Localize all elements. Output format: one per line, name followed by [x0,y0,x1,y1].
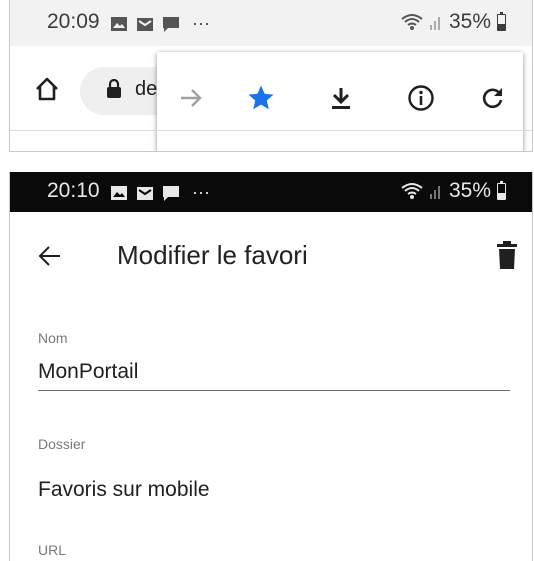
status-bar-dark: 20:10 ··· 35% [10,172,532,212]
more-notifications: ··· [192,182,210,202]
signal-icon [429,17,440,30]
battery-percent: 35% [448,179,491,202]
notification-icons: ··· [110,182,210,203]
battery-percent: 35% [448,10,491,33]
page-info-button[interactable] [401,78,441,118]
name-label: Nom [38,330,68,346]
battery-icon [497,11,506,31]
download-icon [332,88,350,109]
delete-trash-icon[interactable] [496,240,518,270]
message-icon [163,185,179,201]
forward-icon [181,89,202,107]
home-icon[interactable] [34,76,60,102]
status-bar: 20:09 ··· 35% [10,0,532,46]
star-icon [248,85,274,110]
forward-button[interactable] [171,78,211,118]
folder-selector[interactable]: Favoris sur mobile [38,478,210,502]
bookmark-star-button[interactable] [241,78,281,118]
back-arrow-icon[interactable] [38,245,62,267]
browser-menu-screenshot: 20:09 ··· 35% de [9,0,533,152]
folder-label: Dossier [38,436,86,452]
url-text[interactable]: de [135,78,157,101]
gallery-icon [111,16,127,31]
wifi-icon [401,183,423,199]
browser-menu-popup [157,52,523,151]
status-time: 20:09 [47,10,100,33]
mail-icon [137,17,153,31]
mail-icon [137,186,153,200]
app-bar: Modifier le favori [10,212,532,302]
download-button[interactable] [321,78,361,118]
more-notifications: ··· [192,13,210,33]
page-title: Modifier le favori [117,240,308,270]
refresh-icon [482,88,503,109]
browser-toolbar: de [10,46,532,151]
status-right: 35% [401,179,506,203]
reload-button[interactable] [473,78,513,118]
status-time: 20:10 [47,179,100,202]
wifi-icon [401,14,423,30]
url-label: URL [38,542,67,558]
status-right: 35% [401,10,506,34]
battery-icon [497,180,506,200]
notification-icons: ··· [110,13,210,34]
lock-icon [107,79,121,98]
message-icon [163,16,179,32]
toolbar-divider [10,130,532,131]
name-field-underline [38,390,510,391]
name-field[interactable]: MonPortail [38,360,138,384]
gallery-icon [111,185,127,200]
signal-icon [429,186,440,199]
edit-bookmark-screenshot: 20:10 ··· 35% Modifier le favori Nom Mon… [9,172,533,561]
info-icon [408,85,434,111]
